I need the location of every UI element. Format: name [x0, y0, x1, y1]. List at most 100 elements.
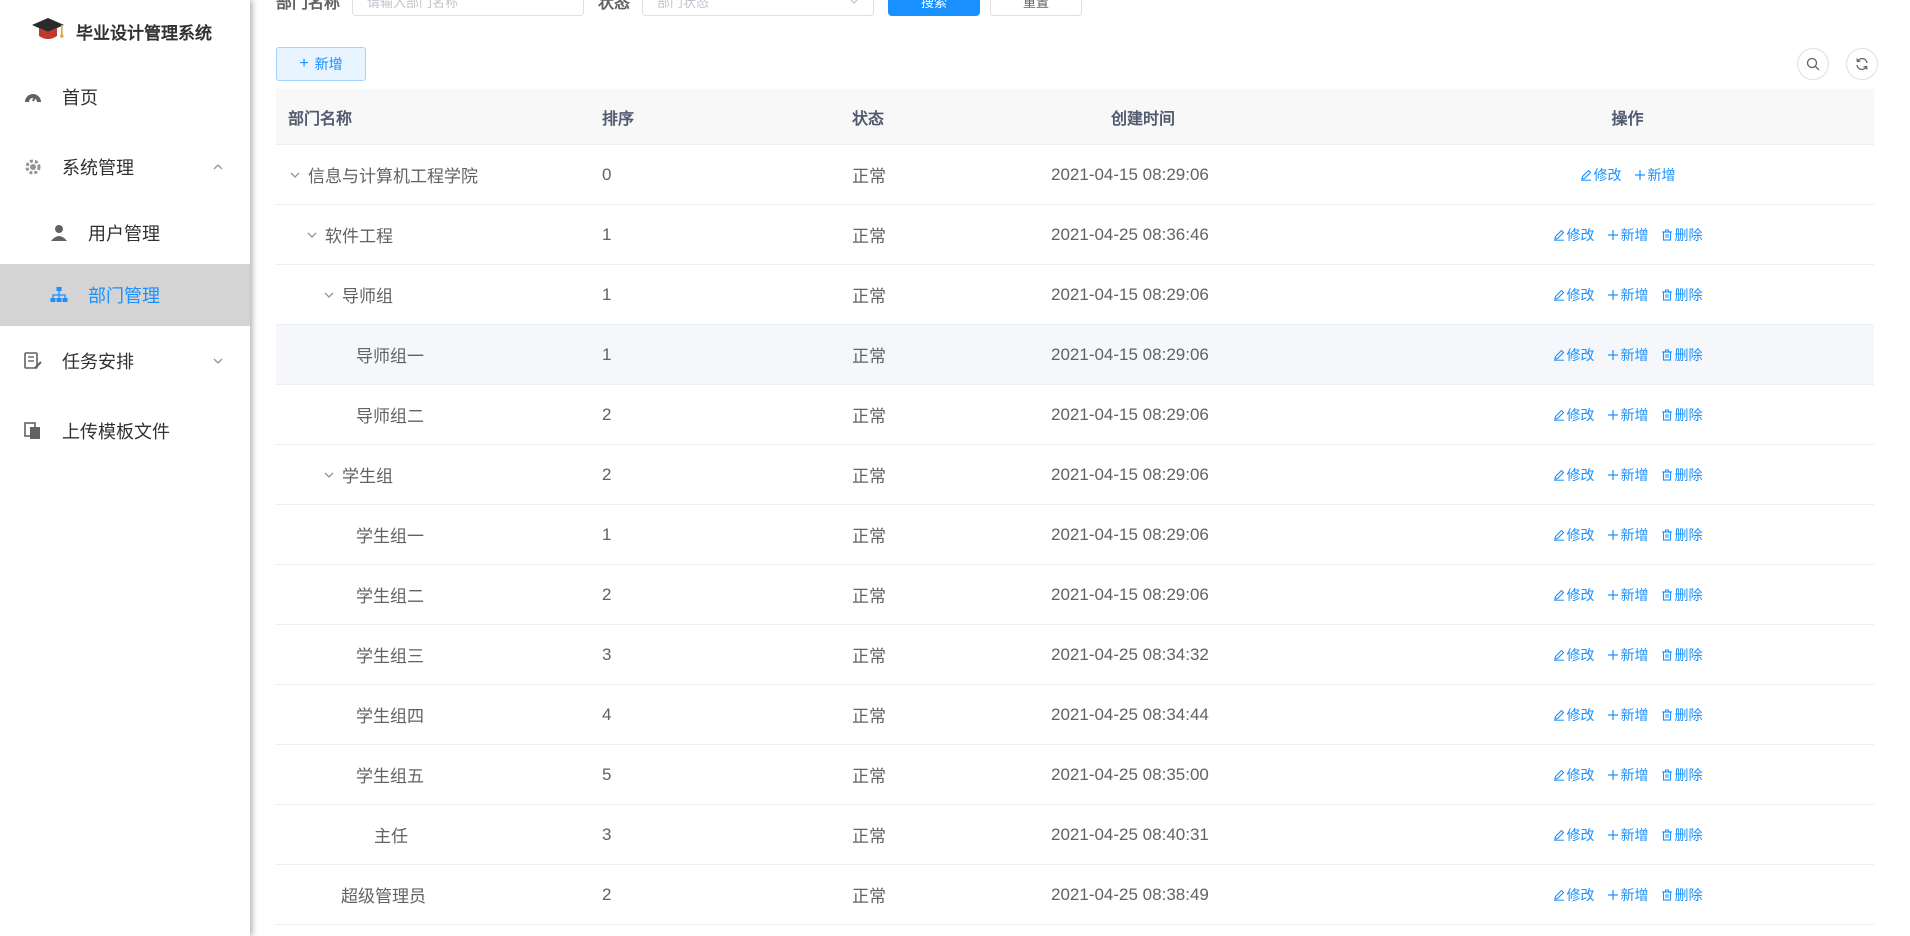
op-label: 新增	[1620, 286, 1649, 303]
trash-icon	[1661, 709, 1675, 721]
edit-button[interactable]: 修改	[1553, 225, 1595, 245]
table-row: 学生组二 2 正常 2021-04-15 08:29:06 修改 新增 删除	[276, 565, 1874, 625]
plus-icon: +	[299, 55, 309, 72]
add-child-button[interactable]: 新增	[1607, 285, 1649, 305]
expand-chevron-icon[interactable]	[305, 228, 319, 242]
toggle-search-button[interactable]	[1797, 48, 1829, 80]
cell-created: 2021-04-15 08:29:06	[1051, 464, 1209, 484]
add-child-button[interactable]: 新增	[1607, 885, 1649, 905]
delete-button[interactable]: 删除	[1661, 825, 1703, 845]
trash-icon	[1661, 349, 1675, 361]
dept-name-input[interactable]: 请输入部门名称	[352, 0, 585, 16]
edit-button[interactable]: 修改	[1553, 585, 1595, 605]
gear-icon	[24, 158, 42, 176]
op-label: 新增	[1620, 826, 1649, 843]
reset-button[interactable]: 重置	[990, 0, 1083, 16]
op-label: 修改	[1593, 166, 1622, 183]
cell-created: 2021-04-15 08:29:06	[1051, 584, 1209, 604]
edit-button[interactable]: 修改	[1553, 525, 1595, 545]
sidebar-item-label: 上传模板文件	[62, 422, 170, 442]
cell-sort: 2	[602, 464, 612, 484]
delete-button[interactable]: 删除	[1661, 765, 1703, 785]
expand-chevron-icon[interactable]	[322, 468, 336, 482]
add-child-button[interactable]: 新增	[1607, 525, 1649, 545]
add-child-button[interactable]: 新增	[1607, 405, 1649, 425]
add-child-button[interactable]: 新增	[1634, 165, 1676, 185]
add-child-button[interactable]: 新增	[1607, 825, 1649, 845]
cell-sort: 5	[602, 764, 612, 784]
refresh-button[interactable]	[1846, 48, 1878, 80]
sidebar-item-departments[interactable]: 部门管理	[0, 264, 250, 326]
plus-icon	[1607, 589, 1621, 601]
cell-status: 正常	[852, 707, 886, 726]
sidebar-item-home[interactable]: 首页	[0, 62, 250, 132]
dept-name: 软件工程	[325, 227, 393, 246]
search-button[interactable]: 搜索	[888, 0, 981, 16]
delete-button[interactable]: 删除	[1661, 225, 1703, 245]
cell-ops: 修改 新增 删除	[1381, 525, 1874, 545]
edit-button[interactable]: 修改	[1580, 165, 1622, 185]
status-select[interactable]: 部门状态	[642, 0, 875, 16]
cell-sort: 3	[602, 824, 612, 844]
refresh-icon	[1856, 57, 1868, 71]
delete-button[interactable]: 删除	[1661, 645, 1703, 665]
delete-button[interactable]: 删除	[1661, 885, 1703, 905]
op-label: 修改	[1566, 286, 1595, 303]
trash-icon	[1661, 289, 1675, 301]
add-child-button[interactable]: 新增	[1607, 765, 1649, 785]
edit-button[interactable]: 修改	[1553, 825, 1595, 845]
expand-chevron-icon[interactable]	[288, 168, 302, 182]
plus-icon	[1607, 829, 1621, 841]
dept-name: 导师组二	[356, 407, 424, 426]
logo[interactable]: 毕业设计管理系统	[0, 0, 250, 62]
delete-button[interactable]: 删除	[1661, 705, 1703, 725]
edit-button[interactable]: 修改	[1553, 705, 1595, 725]
add-child-button[interactable]: 新增	[1607, 705, 1649, 725]
add-child-button[interactable]: 新增	[1607, 465, 1649, 485]
delete-button[interactable]: 删除	[1661, 585, 1703, 605]
trash-icon	[1661, 649, 1675, 661]
delete-button[interactable]: 删除	[1661, 465, 1703, 485]
add-child-button[interactable]: 新增	[1607, 225, 1649, 245]
delete-button[interactable]: 删除	[1661, 405, 1703, 425]
col-header-ops: 操作	[1611, 110, 1644, 128]
sidebar: 毕业设计管理系统 首页 系统管理 用户管理 部门管理 任务安排 上传模板文件	[0, 0, 250, 936]
op-label: 修改	[1566, 346, 1595, 363]
op-label: 修改	[1566, 766, 1595, 783]
op-label: 删除	[1674, 706, 1703, 723]
edit-button[interactable]: 修改	[1553, 765, 1595, 785]
sidebar-item-tasks[interactable]: 任务安排	[0, 326, 250, 396]
search-button-label: 搜索	[921, 0, 948, 10]
sidebar-item-system[interactable]: 系统管理	[0, 132, 250, 202]
edit-icon	[1553, 349, 1567, 361]
delete-button[interactable]: 删除	[1661, 345, 1703, 365]
op-label: 删除	[1674, 526, 1703, 543]
trash-icon	[1661, 589, 1675, 601]
expand-chevron-icon[interactable]	[322, 288, 336, 302]
add-department-button[interactable]: + 新增	[276, 47, 366, 81]
cell-name: 信息与计算机工程学院	[276, 162, 601, 187]
tree-icon	[50, 286, 68, 304]
edit-button[interactable]: 修改	[1553, 465, 1595, 485]
delete-button[interactable]: 删除	[1661, 525, 1703, 545]
status-label: 状态	[598, 0, 631, 12]
sidebar-item-label: 部门管理	[88, 286, 160, 306]
cell-created: 2021-04-25 08:35:00	[1051, 764, 1209, 784]
delete-button[interactable]: 删除	[1661, 285, 1703, 305]
edit-button[interactable]: 修改	[1553, 345, 1595, 365]
trash-icon	[1661, 409, 1675, 421]
edit-button[interactable]: 修改	[1553, 285, 1595, 305]
cell-ops: 修改 新增 删除	[1381, 465, 1874, 485]
sidebar-item-users[interactable]: 用户管理	[0, 202, 250, 264]
op-label: 修改	[1566, 706, 1595, 723]
dept-name-label: 部门名称	[276, 0, 341, 12]
edit-button[interactable]: 修改	[1553, 885, 1595, 905]
cell-ops: 修改 新增 删除	[1381, 405, 1874, 425]
add-child-button[interactable]: 新增	[1607, 645, 1649, 665]
edit-button[interactable]: 修改	[1553, 645, 1595, 665]
op-label: 修改	[1566, 886, 1595, 903]
add-child-button[interactable]: 新增	[1607, 585, 1649, 605]
edit-button[interactable]: 修改	[1553, 405, 1595, 425]
add-child-button[interactable]: 新增	[1607, 345, 1649, 365]
sidebar-item-upload-template[interactable]: 上传模板文件	[0, 396, 250, 466]
